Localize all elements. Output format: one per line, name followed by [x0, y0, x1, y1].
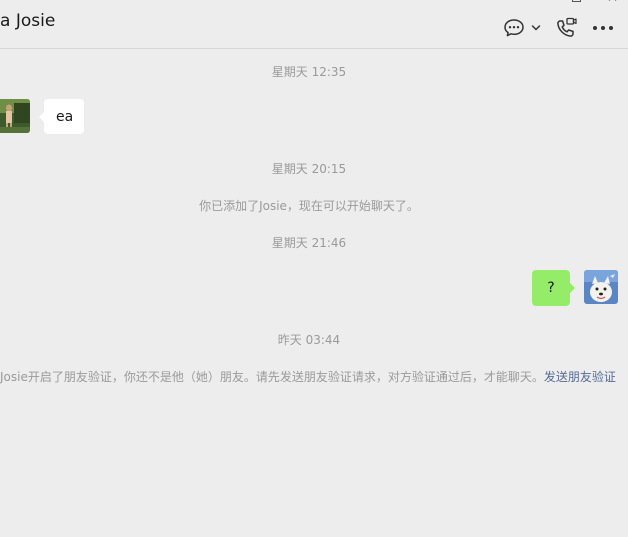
message-timestamp: 星期天 21:46 [271, 236, 347, 250]
maximize-icon[interactable] [572, 0, 581, 2]
system-notice-verification: Josie开启了朋友验证，你还不是他（她）朋友。请先发送朋友验证请求，对方验证通… [0, 369, 628, 385]
message-timestamp: 昨天 03:44 [277, 333, 341, 347]
close-icon[interactable] [608, 0, 618, 2]
chat-bubble-icon [503, 18, 525, 38]
call-button[interactable] [552, 14, 580, 42]
send-verification-link[interactable]: 发送朋友验证 [544, 370, 616, 384]
message-timestamp: 星期天 12:35 [271, 65, 347, 79]
chat-toolbar [488, 14, 628, 44]
verification-notice-text: Josie开启了朋友验证，你还不是他（她）朋友。请先发送朋友验证请求，对方验证通… [0, 370, 544, 384]
chat-title: a Josie [0, 11, 56, 31]
more-dots-icon [592, 25, 614, 31]
outgoing-message-bubble[interactable]: ? [532, 270, 575, 306]
phone-video-icon [554, 16, 578, 40]
contact-avatar[interactable] [0, 99, 30, 133]
more-options-button[interactable] [588, 14, 618, 42]
incoming-message-bubble[interactable]: ea [39, 99, 84, 134]
window-controls [478, 0, 628, 4]
chat-options-button[interactable] [500, 14, 544, 42]
system-notice-friend-added: 你已添加了Josie，现在可以开始聊天了。 [199, 199, 419, 213]
message-timestamp: 星期天 20:15 [271, 162, 347, 176]
chevron-down-icon [531, 24, 541, 32]
chat-header: a Josie [0, 0, 628, 49]
self-avatar[interactable] [584, 270, 618, 304]
